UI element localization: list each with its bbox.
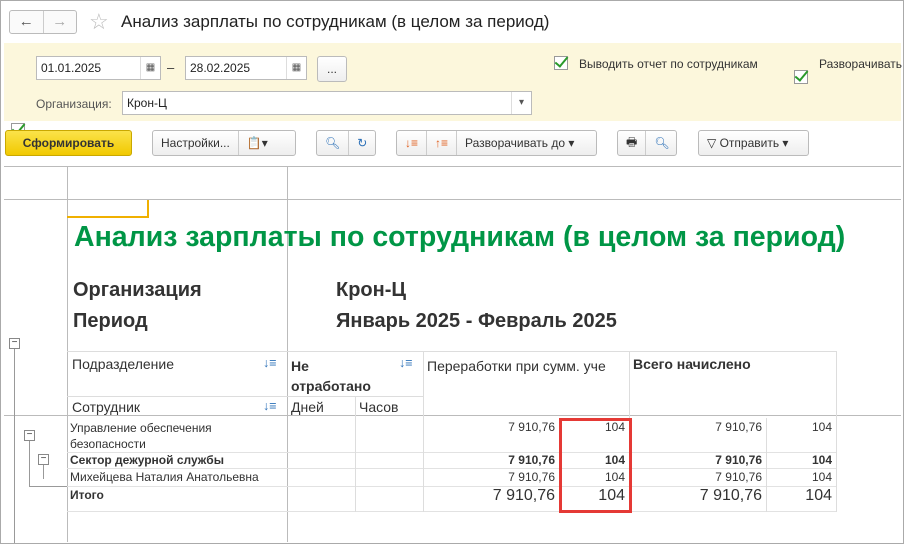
row-total-hours: 104 [811,470,832,484]
row-name: Сектор дежурной службы [70,453,224,467]
highlight-box [559,418,632,513]
settings-group: Настройки... 📋▾ [152,130,296,156]
expand-to-label: Разворачивать до [465,136,566,150]
row-total-hours: 104 [811,453,832,467]
organization-label: Организация: [36,97,112,111]
expand-label: Разворачивать [819,57,902,71]
period-label: Период [73,310,148,332]
expand-group: ↓≡ ↑≡ Разворачивать до ▾ [396,130,597,156]
print-icon[interactable]: 🖶 [618,131,645,155]
calendar-icon[interactable]: ▦ [140,57,160,79]
nav-buttons: ← → [9,10,77,34]
row-name: Итого [70,488,104,502]
row-total-hours: 104 [805,487,832,504]
header-hours: Часов [359,399,399,415]
organization-field[interactable]: Крон-Ц ▾ [122,91,532,115]
sort-icon[interactable]: ↓≡ [263,399,277,413]
row-ot-sum: 7 910,76 [508,453,555,467]
date-from-value: 01.01.2025 [41,61,102,75]
collapse-all-icon[interactable]: ↓≡ [397,131,426,155]
search-next-icon[interactable]: ↻ [348,131,375,155]
expand-checkbox[interactable] [794,70,808,84]
row-ot-sum: 7 910,76 [492,487,555,504]
row-total-sum: 7 910,76 [715,453,762,467]
header-employee: Сотрудник [72,399,141,415]
print-group: 🖶 🔍︎ [617,130,677,156]
date-from-field[interactable]: 01.01.2025 ▦ [36,56,161,80]
row-total-hours: 104 [811,420,832,434]
period-value: Январь 2025 - Февраль 2025 [336,310,617,332]
selected-cell[interactable] [67,200,149,218]
report-title: Анализ зарплаты по сотрудникам (в целом … [74,221,846,253]
calendar-icon[interactable]: ▦ [286,57,306,79]
organization-value: Крон-Ц [127,96,167,110]
send-icon: ▽ [707,136,717,150]
expand-all-icon[interactable]: ↑≡ [426,131,456,155]
variants-icon[interactable]: 📋▾ [237,131,276,155]
expand-to-button[interactable]: Разворачивать до ▾ [456,131,582,155]
window-title: Анализ зарплаты по сотрудникам (в целом … [121,12,550,31]
header-division: Подразделение [72,356,175,372]
back-button[interactable]: ← [10,11,43,33]
settings-button[interactable]: Настройки... [153,131,238,155]
dropdown-icon[interactable]: ▾ [511,92,531,114]
generate-button[interactable]: Сформировать [5,130,132,156]
org-value: Крон-Ц [336,279,406,301]
row-name: Михейцева Наталия Анатольевна [70,470,259,484]
collapse-group-icon[interactable]: − [24,430,35,441]
collapse-group-icon[interactable]: − [38,454,49,465]
show-by-employees-label: Выводить отчет по сотрудникам [579,57,758,71]
send-label: Отправить [719,136,780,150]
search-icon[interactable]: 🔍︎ [317,131,348,155]
header-days: Дней [291,399,324,415]
date-to-value: 28.02.2025 [190,61,251,75]
favorite-star-icon[interactable]: ☆ [89,9,109,35]
search-group: 🔍︎ ↻ [316,130,376,156]
row-name: Управление обеспечения безопасности [70,421,212,451]
row-ot-sum: 7 910,76 [508,420,555,434]
header-total: Всего начислено [633,356,751,372]
row-total-sum: 7 910,76 [715,470,762,484]
row-ot-sum: 7 910,76 [508,470,555,484]
row-total-sum: 7 910,76 [699,487,762,504]
sort-icon[interactable]: ↓≡ [399,356,413,370]
sort-icon[interactable]: ↓≡ [263,356,277,370]
row-total-sum: 7 910,76 [715,420,762,434]
org-label: Организация [73,279,202,301]
preview-icon[interactable]: 🔍︎ [645,131,677,155]
date-dash: – [167,60,175,75]
send-button[interactable]: ▽ Отправить ▾ [698,130,809,156]
period-select-button[interactable]: ... [317,56,347,82]
forward-button[interactable]: → [42,11,77,33]
header-not-worked: Не отработано [291,358,371,394]
date-to-field[interactable]: 28.02.2025 ▦ [185,56,307,80]
collapse-group-icon[interactable]: − [9,338,20,349]
header-overtime: Переработки при сумм. уче [427,358,606,374]
show-by-employees-checkbox[interactable] [554,56,568,70]
